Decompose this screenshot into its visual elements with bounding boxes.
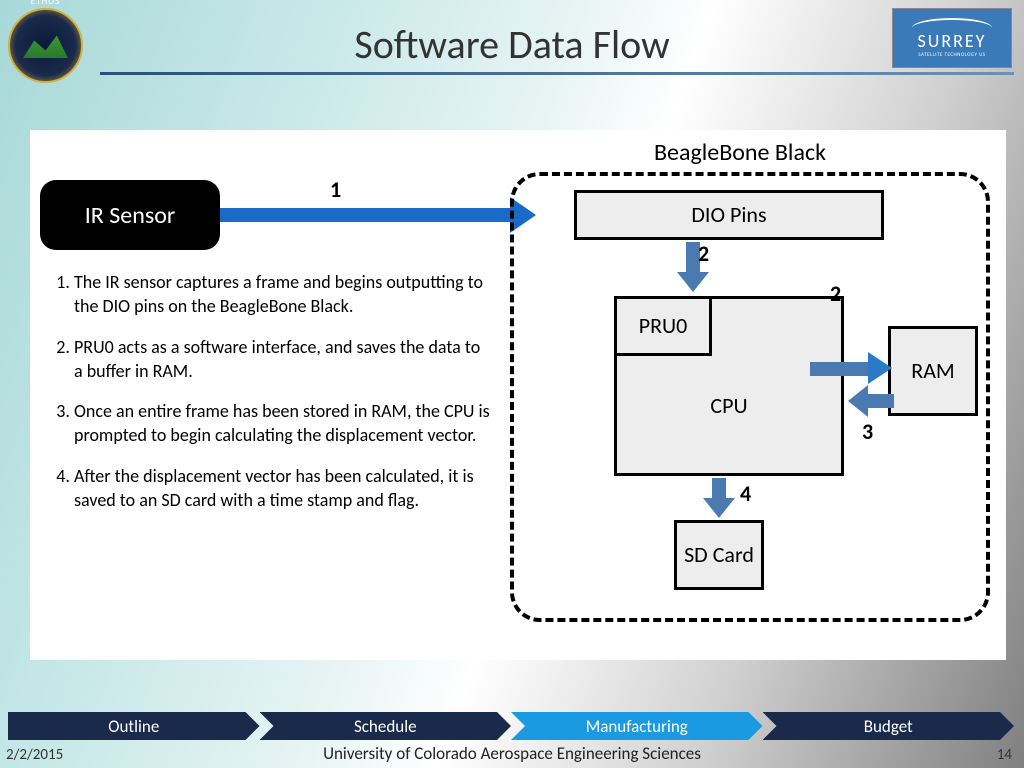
arrow-1 (220, 208, 512, 222)
arrow-2b-label: 2 (830, 280, 841, 307)
sd-card-box: SD Card (674, 520, 764, 590)
beaglebone-container: DIO Pins CPU PRU0 RAM SD Card (510, 172, 990, 622)
slide-header: ETHOS Software Data Flow SURREY SATELLIT… (0, 0, 1024, 90)
steps-list: The IR sensor captures a frame and begin… (52, 270, 492, 528)
nav-outline[interactable]: Outline (8, 712, 260, 740)
arrow-4-down (712, 478, 726, 500)
nav-budget[interactable]: Budget (763, 712, 1015, 740)
step-item: The IR sensor captures a frame and begin… (74, 270, 492, 319)
dio-pins-box: DIO Pins (574, 190, 884, 240)
step-item: Once an entire frame has been stored in … (74, 399, 492, 448)
surrey-logo-text: SURREY (918, 30, 987, 52)
nav-schedule[interactable]: Schedule (260, 712, 512, 740)
footer-page-number: 14 (997, 746, 1012, 764)
arrow-1-label: 1 (330, 176, 341, 203)
nav-manufacturing[interactable]: Manufacturing (511, 712, 763, 740)
ir-sensor-box: IR Sensor (40, 180, 220, 250)
ethos-logo-text: ETHOS (31, 0, 60, 7)
pru0-box: PRU0 (614, 296, 712, 356)
diagram-container-label: BeagleBone Black (654, 138, 826, 167)
surrey-logo-subtext: SATELLITE TECHNOLOGY US (918, 52, 985, 58)
title-underline (100, 72, 1014, 75)
arrow-2-right (810, 362, 870, 376)
breadcrumb-nav: Outline Schedule Manufacturing Budget (8, 712, 1014, 740)
slide-footer: 2/2/2015 University of Colorado Aerospac… (0, 742, 1024, 768)
surrey-logo: SURREY SATELLITE TECHNOLOGY US (892, 8, 1012, 68)
ram-box: RAM (888, 326, 978, 416)
arrow-2-label: 2 (698, 240, 709, 267)
content-panel: BeagleBone Black IR Sensor 1 The IR sens… (30, 130, 1006, 660)
arrow-3-label: 3 (862, 418, 873, 445)
arrow-4-label: 4 (740, 480, 751, 507)
arrow-3-left (866, 394, 894, 408)
step-item: After the displacement vector has been c… (74, 464, 492, 513)
step-item: PRU0 acts as a software interface, and s… (74, 335, 492, 384)
footer-org: University of Colorado Aerospace Enginee… (0, 743, 1024, 764)
slide-title: Software Data Flow (0, 20, 1024, 69)
